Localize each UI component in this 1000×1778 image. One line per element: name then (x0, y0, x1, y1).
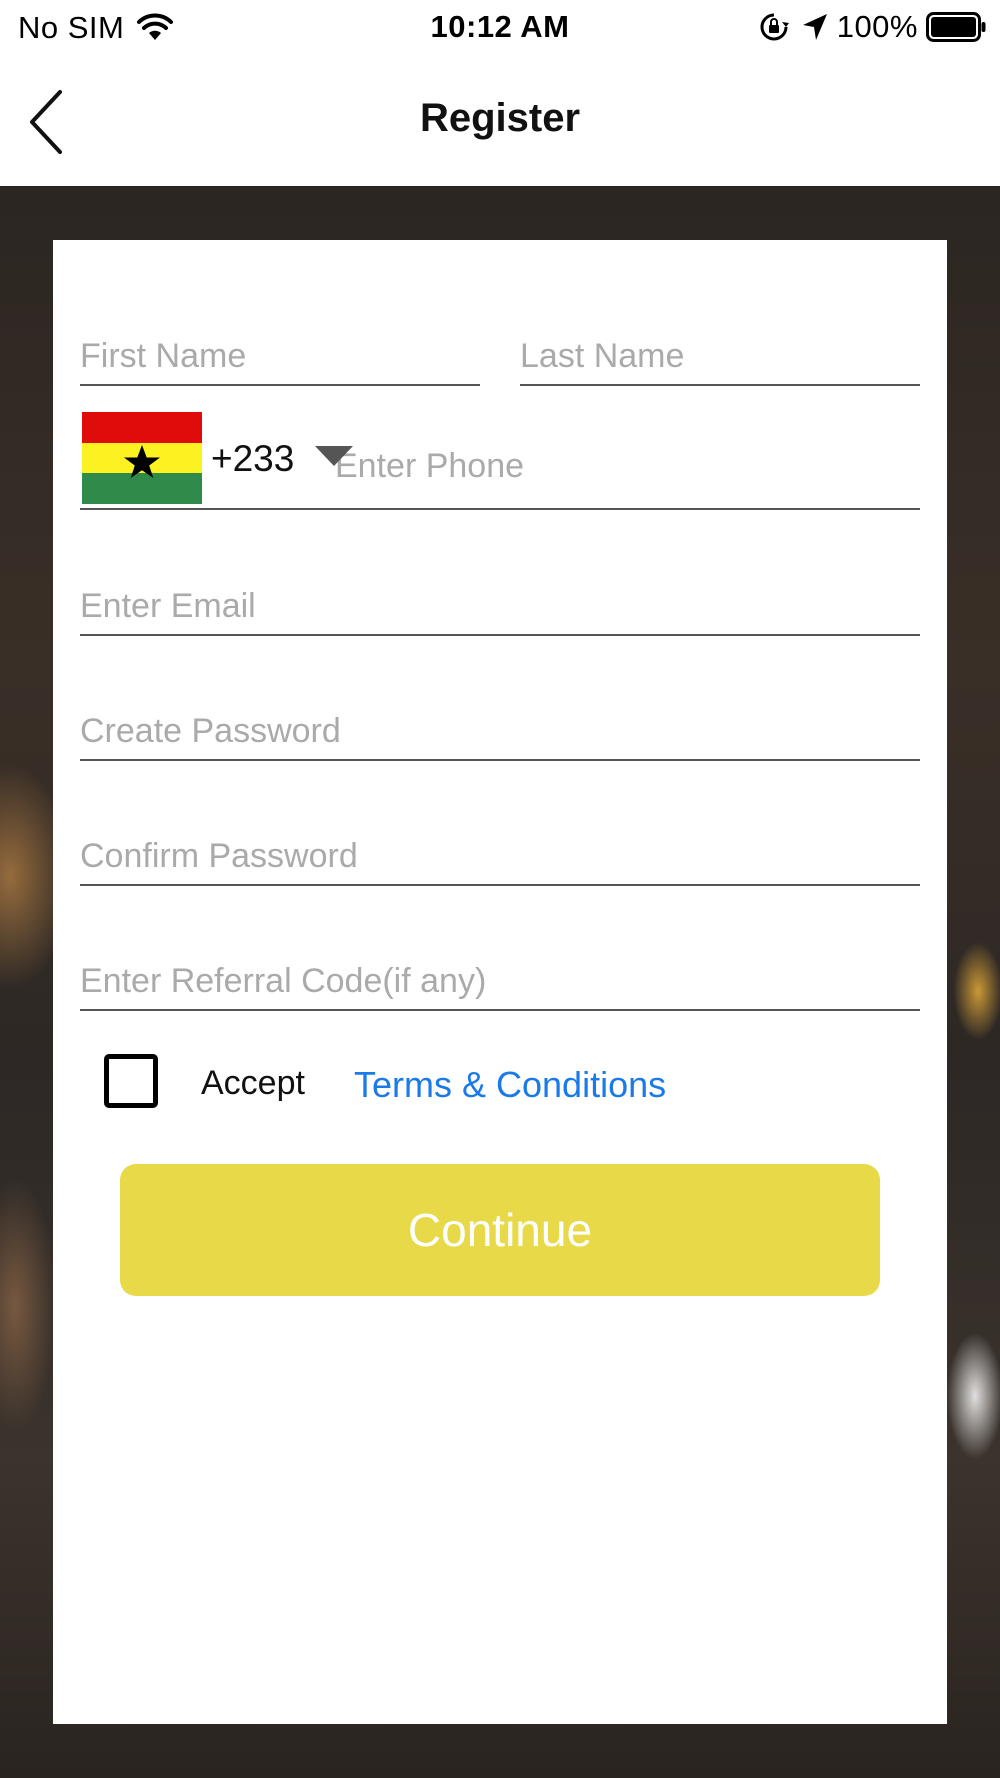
continue-button[interactable]: Continue (120, 1164, 880, 1296)
battery-percent: 100% (836, 9, 918, 44)
status-bar: No SIM 10:12 AM 100% (0, 0, 1000, 56)
first-name-field (80, 300, 480, 386)
phone-field (80, 410, 920, 510)
location-arrow-icon (802, 14, 827, 40)
create-password-input[interactable] (80, 712, 920, 751)
email-input[interactable] (80, 587, 920, 626)
caret-down-icon[interactable] (315, 446, 353, 466)
battery-icon (926, 12, 986, 42)
last-name-field (520, 300, 920, 386)
nav-bar: Register (0, 56, 1000, 186)
last-name-input[interactable] (520, 337, 920, 376)
register-form-card: +233 Accept Terms & Conditions Continue (53, 240, 947, 1724)
first-name-input[interactable] (80, 337, 480, 376)
referral-code-input[interactable] (80, 962, 920, 1001)
page-title: Register (419, 96, 581, 140)
confirm-password-input[interactable] (80, 837, 920, 876)
ghana-flag-icon[interactable] (82, 412, 202, 504)
orientation-lock-icon (760, 13, 789, 41)
create-password-field (80, 665, 920, 761)
phone-input[interactable] (335, 447, 920, 486)
terms-conditions-link[interactable]: Terms & Conditions (354, 1064, 666, 1106)
country-code[interactable]: +233 (211, 438, 294, 480)
confirm-password-field (80, 790, 920, 886)
accept-label: Accept (201, 1064, 305, 1102)
status-right: 100% (759, 9, 986, 45)
terms-checkbox[interactable] (104, 1054, 158, 1108)
email-field (80, 540, 920, 636)
referral-code-field (80, 915, 920, 1011)
